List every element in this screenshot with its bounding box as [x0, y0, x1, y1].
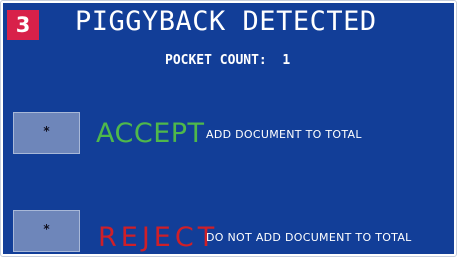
reject-button[interactable]: *	[13, 210, 80, 252]
pocket-count-label: POCKET COUNT:	[165, 53, 267, 68]
pocket-count-value: 1	[282, 53, 291, 68]
pocket-count: POCKET COUNT: 1	[165, 52, 290, 70]
piggyback-panel: 3 PIGGYBACK DETECTED POCKET COUNT: 1 * A…	[3, 3, 454, 254]
reject-description: DO NOT ADD DOCUMENT TO TOTAL	[206, 231, 412, 244]
step-badge: 3	[7, 10, 39, 40]
reject-label: REJECT	[98, 222, 219, 253]
device-screen: 3 PIGGYBACK DETECTED POCKET COUNT: 1 * A…	[0, 0, 457, 257]
accept-label: ACCEPT	[96, 118, 205, 149]
accept-description: ADD DOCUMENT TO TOTAL	[206, 128, 362, 141]
page-title: PIGGYBACK DETECTED	[75, 6, 377, 37]
accept-button[interactable]: *	[13, 112, 80, 154]
